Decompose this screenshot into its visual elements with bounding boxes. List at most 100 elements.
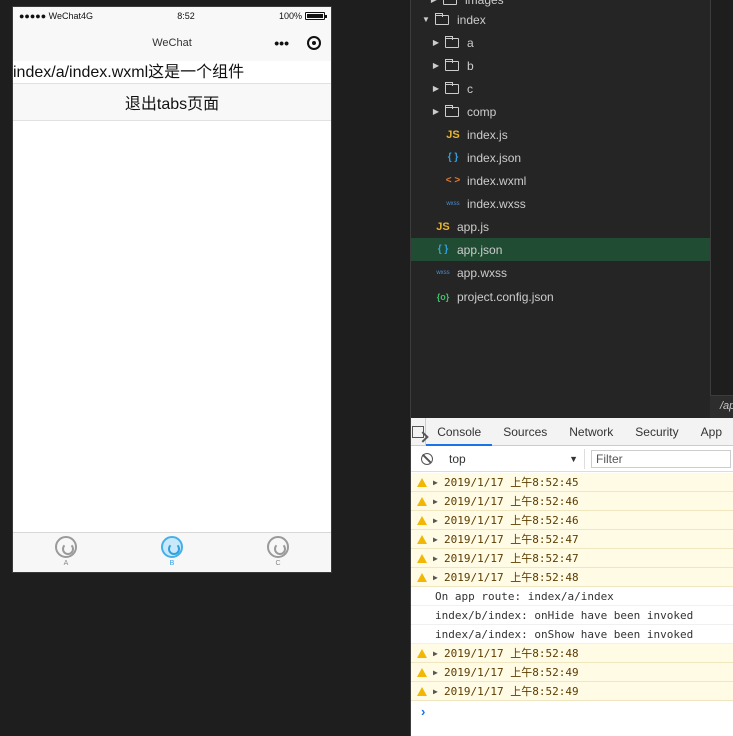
nav-title: WeChat: [152, 37, 192, 49]
file-explorer: ▶ images ▼ index ▶ a ▶ b ▶ c ▶ comp: [410, 0, 711, 418]
json-file-icon: { }: [447, 152, 459, 163]
tab-b-icon: [161, 536, 183, 558]
tree-file-index-js[interactable]: JS index.js: [411, 123, 711, 146]
expand-arrow-icon[interactable]: ▶: [433, 535, 444, 544]
devtools-panel: Console Sources Network Security App top…: [410, 417, 733, 736]
console-prompt[interactable]: ›: [411, 701, 733, 721]
tree-file-project-config[interactable]: {o} project.config.json: [411, 285, 711, 308]
tab-c[interactable]: C: [225, 533, 331, 572]
folder-icon: [445, 58, 459, 71]
log-row[interactable]: ▶ 2019/1/17 上午8:52:46: [411, 511, 733, 530]
page-content: index/a/index.wxml这是一个组件 退出tabs页面: [13, 63, 331, 538]
signal-text: ●●●●● WeChat4G: [19, 11, 94, 21]
tree-folder-b[interactable]: ▶ b: [411, 54, 711, 77]
log-row[interactable]: ▶ 2019/1/17 上午8:52:49: [411, 663, 733, 682]
tab-sources[interactable]: Sources: [492, 418, 558, 446]
log-row[interactable]: ▶ 2019/1/17 上午8:52:46: [411, 492, 733, 511]
tree-label: index.wxml: [467, 173, 527, 188]
warning-icon: [411, 496, 433, 506]
tree-label: index.js: [467, 127, 508, 142]
log-text: 2019/1/17 上午8:52:45: [444, 476, 579, 489]
exit-tabs-button[interactable]: 退出tabs页面: [13, 83, 331, 121]
wxss-file-icon: wxss: [436, 269, 450, 276]
battery-percent: 100%: [278, 11, 302, 21]
tree-label: app.json: [457, 242, 503, 257]
expand-arrow-icon[interactable]: ▶: [433, 573, 444, 582]
tree-label: c: [467, 81, 473, 96]
tree-folder-a[interactable]: ▶ a: [411, 31, 711, 54]
clear-console-icon[interactable]: [421, 452, 433, 465]
tree-label: a: [467, 35, 474, 50]
log-row[interactable]: ▶ 2019/1/17 上午8:52:49: [411, 682, 733, 701]
tree-label: index.wxss: [467, 196, 526, 211]
wxss-file-icon: wxss: [446, 200, 460, 207]
devtools-tabs: Console Sources Network Security App: [411, 417, 733, 446]
expand-arrow-icon[interactable]: ▶: [433, 497, 444, 506]
prompt-chevron-icon: ›: [421, 703, 426, 719]
tree-file-index-json[interactable]: { } index.json: [411, 146, 711, 169]
expand-arrow-icon[interactable]: ▶: [433, 516, 444, 525]
caret-right-icon: ▶: [432, 84, 440, 93]
expand-arrow-icon[interactable]: ▶: [433, 649, 444, 658]
tab-app[interactable]: App: [690, 418, 733, 446]
tab-b-label: B: [169, 560, 175, 567]
tree-label: app.wxss: [457, 265, 508, 280]
tab-a-icon: [55, 536, 77, 558]
inspect-element-button[interactable]: [411, 417, 427, 446]
tree-file-app-wxss[interactable]: wxss app.wxss: [411, 261, 711, 284]
tree-label: index.json: [467, 150, 522, 165]
warning-icon: [411, 648, 433, 658]
folder-icon: [445, 35, 459, 48]
log-row[interactable]: ▶ 2019/1/17 上午8:52:47: [411, 530, 733, 549]
context-select[interactable]: top ▼: [445, 448, 585, 469]
tree-label: app.js: [457, 219, 490, 234]
context-value: top: [449, 451, 466, 466]
warning-icon: [411, 477, 433, 487]
log-text: 2019/1/17 上午8:52:49: [444, 685, 579, 698]
tree-folder-c[interactable]: ▶ c: [411, 77, 711, 100]
tree-file-index-wxml[interactable]: < > index.wxml: [411, 169, 711, 192]
expand-arrow-icon[interactable]: ▶: [433, 668, 444, 677]
expand-arrow-icon[interactable]: ▶: [433, 478, 444, 487]
devtools-window: ●●●●● WeChat4G 8:52 100% WeChat ••• inde…: [0, 0, 733, 736]
caret-right-icon: ▶: [432, 38, 440, 47]
tab-a[interactable]: A: [13, 533, 119, 572]
tree-label: images: [465, 0, 504, 7]
js-file-icon: JS: [446, 128, 460, 141]
tree-label: comp: [467, 104, 497, 119]
log-text: On app route: index/a/index: [435, 589, 614, 603]
nav-bar: WeChat •••: [13, 25, 331, 61]
tab-network[interactable]: Network: [558, 418, 624, 446]
tab-c-icon: [267, 536, 289, 558]
warning-icon: [411, 534, 433, 544]
more-icon[interactable]: •••: [274, 35, 289, 51]
log-row[interactable]: ▶ 2019/1/17 上午8:52:45: [411, 473, 733, 492]
log-row[interactable]: ▶ 2019/1/17 上午8:52:48: [411, 568, 733, 587]
log-text: 2019/1/17 上午8:52:46: [444, 495, 579, 508]
tree-folder-index[interactable]: ▼ index: [411, 8, 711, 31]
tab-b[interactable]: B: [119, 533, 225, 572]
status-time: 8:52: [177, 11, 195, 21]
warning-icon: [411, 572, 433, 582]
capsule-menu: •••: [274, 25, 321, 61]
tree-file-index-wxss[interactable]: wxss index.wxss: [411, 192, 711, 215]
tree-file-app-js[interactable]: JS app.js: [411, 215, 711, 238]
tab-c-label: C: [275, 560, 281, 567]
phone-simulator: ●●●●● WeChat4G 8:52 100% WeChat ••• inde…: [12, 6, 332, 573]
filter-input[interactable]: [591, 449, 731, 468]
carrier-signal: ●●●●● WeChat4G: [19, 11, 93, 21]
log-text: index/b/index: onHide have been invoked: [435, 608, 694, 622]
tab-security[interactable]: Security: [624, 418, 689, 446]
tab-console[interactable]: Console: [426, 418, 493, 446]
log-row[interactable]: ▶ 2019/1/17 上午8:52:47: [411, 549, 733, 568]
tree-file-app-json[interactable]: { } app.json: [411, 238, 711, 261]
folder-icon: [445, 104, 459, 117]
expand-arrow-icon[interactable]: ▶: [433, 554, 444, 563]
editor-path-tab[interactable]: /ap: [710, 395, 733, 418]
close-miniprogram-icon[interactable]: [307, 36, 321, 50]
log-row[interactable]: ▶ 2019/1/17 上午8:52:48: [411, 644, 733, 663]
tree-folder-comp[interactable]: ▶ comp: [411, 100, 711, 123]
caret-right-icon: ▶: [432, 61, 440, 70]
caret-down-icon: ▼: [422, 15, 430, 24]
expand-arrow-icon[interactable]: ▶: [433, 687, 444, 696]
